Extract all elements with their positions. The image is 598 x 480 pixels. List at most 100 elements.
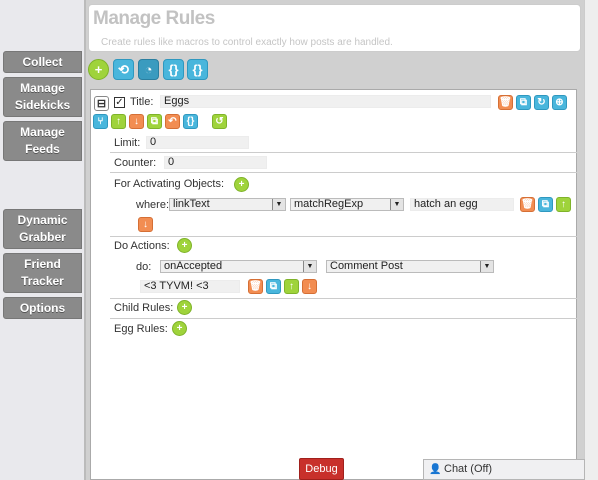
egg-rules-row: Egg Rules: + [110,320,577,340]
import-icon: ⟲ [118,61,129,77]
action-up-button[interactable]: ↑ [284,279,299,294]
chevron-down-icon: ▼ [480,261,493,272]
add-child-rule-button[interactable]: + [177,300,192,315]
arrow-up-icon: ↑ [561,199,566,210]
undo-button[interactable]: ↶ [165,114,180,129]
apply-icon: ↺ [215,116,224,127]
arrow-down-icon: ↓ [307,281,312,292]
limit-row: Limit: 0 [110,133,577,153]
activating-objects-label: For Activating Objects: [114,178,225,190]
trash-icon: 🗑 [249,281,262,292]
delete-rule-button[interactable]: 🗑 [498,95,513,110]
action-text-input[interactable]: <3 TYVM! <3 [140,280,240,293]
where-value-input[interactable]: hatch an egg [410,198,514,211]
action-event-value: onAccepted [164,260,223,272]
nav-tracker-line2: Tracker [21,274,64,288]
rule-enabled-checkbox[interactable]: ✓ [114,97,125,108]
clone-icon: ⧉ [541,199,550,210]
add-rule-button[interactable]: + [88,59,109,80]
nav-feeds-line1: Manage [20,125,65,139]
chat-user-icon: 👤 [429,464,442,475]
validator-up-button[interactable]: ↑ [556,197,571,212]
counter-input[interactable]: 0 [164,156,267,169]
page-title: Manage Rules [93,8,215,29]
action-type-select[interactable]: Comment Post ▼ [326,260,494,273]
debug-button[interactable]: Debug [299,458,344,480]
nav-dynamic-grabber[interactable]: Dynamic Grabber [3,209,82,249]
where-field-select[interactable]: linkText ▼ [169,198,286,211]
apply-button[interactable]: ↺ [212,114,227,129]
where-operator-select[interactable]: matchRegExp ▼ [290,198,404,211]
move-down-button[interactable]: ↓ [129,114,144,129]
braces-icon: {} [192,62,203,77]
add-egg-rule-button[interactable]: + [172,321,187,336]
nav-sidekicks-line2: Sidekicks [14,98,71,112]
branch-button[interactable]: ⑂ [93,114,108,129]
nav-grabber-line1: Dynamic [17,213,68,227]
nav-grabber-line2: Grabber [19,230,66,244]
page-scrollbar[interactable] [584,0,598,480]
clone-icon: ⧉ [519,97,528,108]
export-icon: ⊕ [555,97,564,108]
chevron-down-icon: ▼ [303,261,316,272]
action-event-select[interactable]: onAccepted ▼ [160,260,317,273]
trash-icon: 🗑 [499,97,512,108]
chevron-down-icon: ▼ [390,199,403,210]
nav-sidekicks-line1: Manage [20,81,65,95]
clone-rule-button[interactable]: ⧉ [516,95,531,110]
rule-title-input[interactable]: Eggs [160,95,491,108]
where-field-value: linkText [173,198,210,210]
page-subtitle: Create rules like macros to control exac… [101,37,393,48]
add-validator-button[interactable]: + [234,177,249,192]
clone-action-button[interactable]: ⧉ [266,279,281,294]
nav-friend-tracker[interactable]: Friend Tracker [3,253,82,293]
chat-bar[interactable]: 👤 Chat (Off) [423,459,585,480]
do-label: do: [136,261,152,273]
limit-label: Limit: [114,137,141,149]
collapse-rule-button[interactable]: ⊟ [94,96,109,111]
undo-icon: ↶ [168,116,177,127]
nav-feeds-line2: Feeds [25,142,60,156]
child-rules-label: Child Rules: [114,302,174,314]
limit-input[interactable]: 0 [146,136,249,149]
collapse-all-button[interactable]: {} [187,59,208,80]
export-rule-button[interactable]: ⊕ [552,95,567,110]
nav-manage-feeds[interactable]: Manage Feeds [3,121,82,161]
import-rules-button[interactable]: ⟲ [113,59,134,80]
add-action-button[interactable]: + [177,238,192,253]
add-icon: + [238,179,245,190]
validator-down-button[interactable]: ↓ [138,217,153,232]
refresh-rule-button[interactable]: ↻ [534,95,549,110]
collapse-icon: ⊟ [96,98,107,110]
action-down-button[interactable]: ↓ [302,279,317,294]
gauge-icon: ◔ [144,62,153,77]
page-header: Manage Rules Create rules like macros to… [88,4,581,52]
do-actions-label: Do Actions: [114,240,170,252]
nav-options[interactable]: Options [3,297,82,319]
nav-manage-sidekicks[interactable]: Manage Sidekicks [3,77,82,117]
move-up-button[interactable]: ↑ [111,114,126,129]
copy-button[interactable]: ⧉ [147,114,162,129]
delete-action-button[interactable]: 🗑 [248,279,263,294]
nav-options-label: Options [19,301,66,315]
egg-rules-label: Egg Rules: [114,323,168,335]
child-rules-row: Child Rules: + [110,299,577,319]
counter-label: Counter: [114,157,157,169]
reset-counters-button[interactable]: ◔ [138,59,159,80]
code-button[interactable]: {} [183,114,198,129]
where-label: where: [136,199,170,211]
chat-label: Chat (Off) [444,463,493,475]
expand-all-button[interactable]: {} [163,59,184,80]
copy-icon: ⧉ [150,116,159,127]
add-icon: + [181,302,188,313]
arrow-up-icon: ↑ [289,281,294,292]
branch-icon: ⑂ [97,116,104,127]
counter-row: Counter: 0 [110,153,577,173]
clone-validator-button[interactable]: ⧉ [538,197,553,212]
rule-title-label: Title: [130,96,154,108]
nav-collect[interactable]: Collect [3,51,82,73]
arrow-up-icon: ↑ [116,116,121,127]
add-icon: + [181,240,188,251]
add-icon: + [94,62,103,77]
delete-validator-button[interactable]: 🗑 [520,197,535,212]
